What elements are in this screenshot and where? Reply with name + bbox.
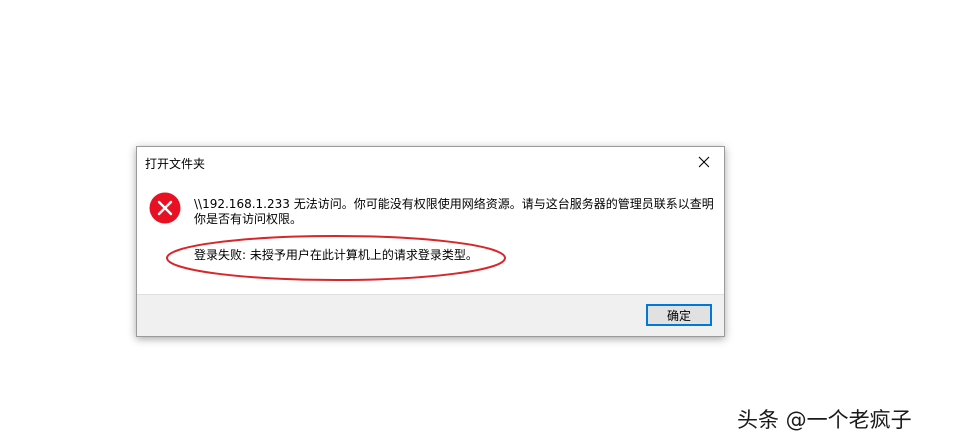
error-detail: 登录失败: 未授予用户在此计算机上的请求登录类型。 — [194, 248, 478, 262]
close-icon — [698, 156, 710, 168]
error-icon — [149, 192, 181, 224]
dialog-window: 打开文件夹 \\192.168.1.233 无法访问。你可能没有权限使用网络资源… — [136, 146, 725, 337]
error-message: \\192.168.1.233 无法访问。你可能没有权限使用网络资源。请与这台服… — [194, 197, 714, 226]
dialog-title: 打开文件夹 — [145, 157, 206, 171]
close-button[interactable] — [684, 147, 724, 177]
dialog-footer: 确定 — [137, 294, 724, 336]
title-bar[interactable]: 打开文件夹 — [137, 147, 724, 178]
watermark: 头条 @一个老疯子 — [737, 408, 912, 432]
ok-button[interactable]: 确定 — [646, 304, 712, 326]
